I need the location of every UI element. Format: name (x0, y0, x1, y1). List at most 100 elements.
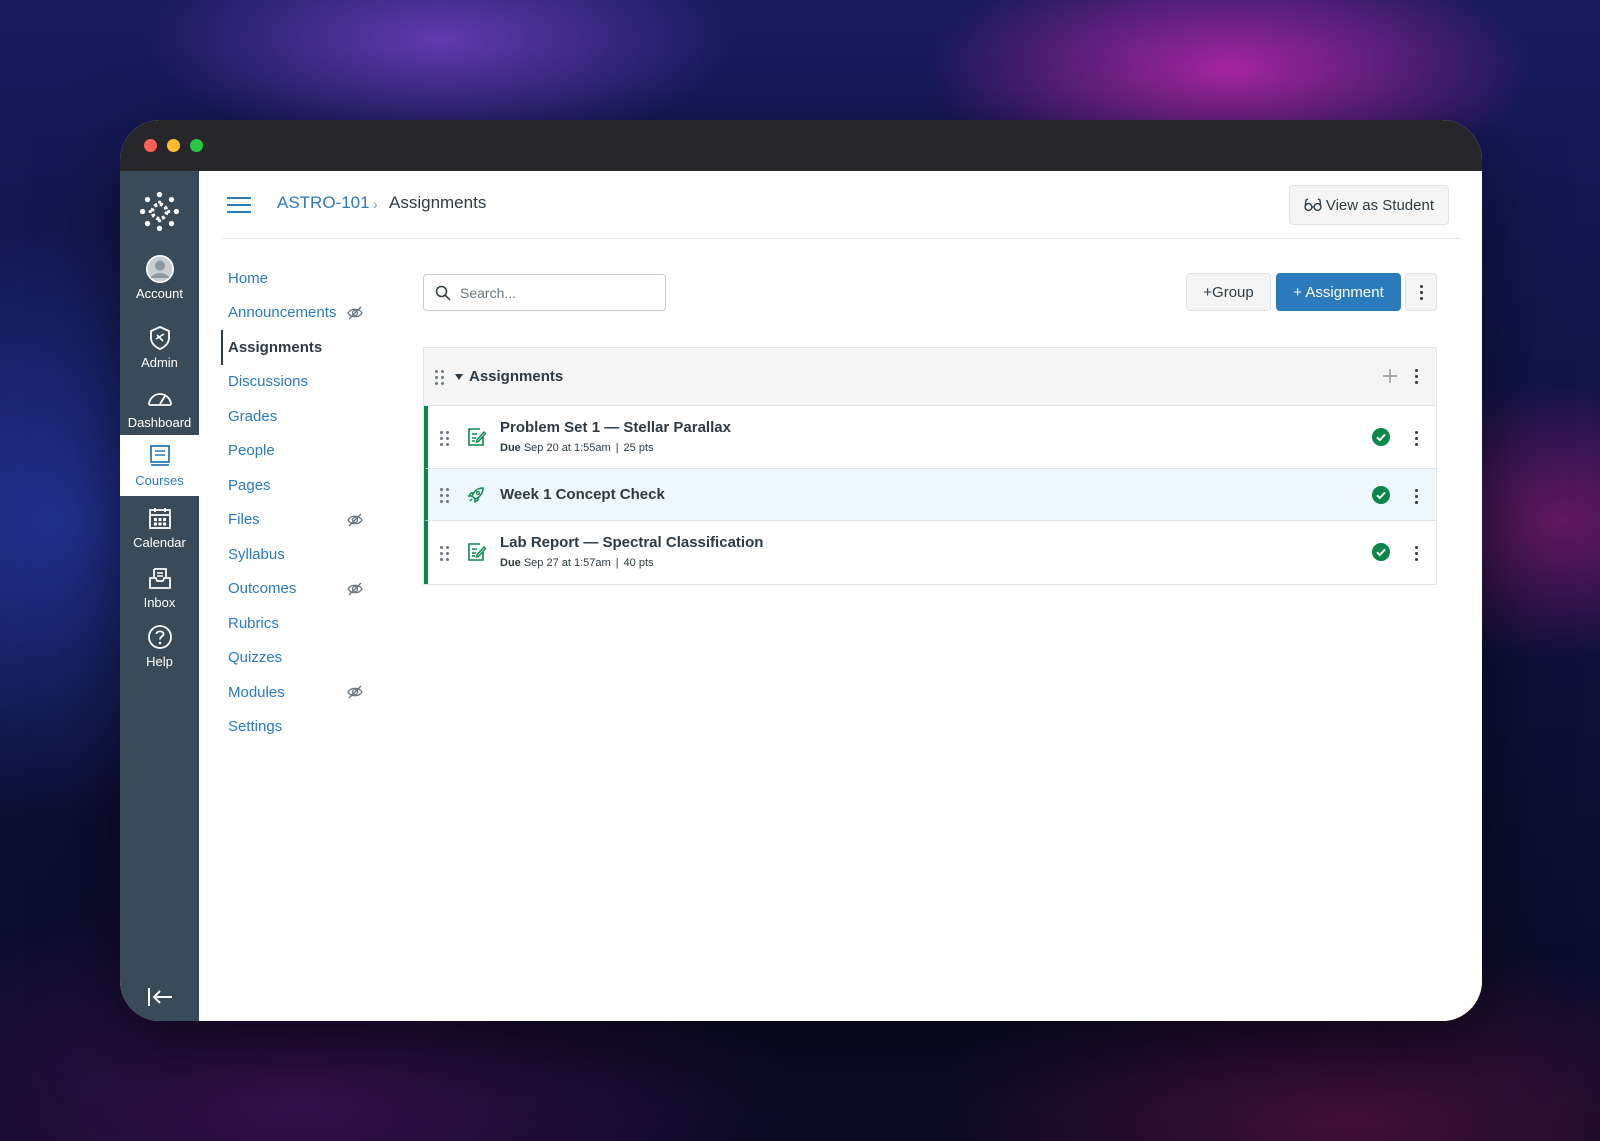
global-nav-account[interactable]: Account (120, 255, 199, 313)
breadcrumb-course-link[interactable]: ASTRO-101 (277, 193, 370, 213)
assignment-row[interactable]: Problem Set 1 — Stellar Parallax Due Sep… (424, 406, 1436, 469)
quiz-rocket-icon (467, 487, 484, 504)
global-nav-label: Inbox (143, 595, 176, 610)
breadcrumb-separator: › (373, 196, 378, 212)
course-nav-announcements[interactable]: Announcements (221, 296, 371, 331)
assignment-title-link[interactable]: Problem Set 1 — Stellar Parallax (500, 419, 731, 436)
canvas-logo-icon[interactable] (139, 191, 180, 232)
global-nav-label: Calendar (133, 535, 186, 550)
course-nav-modules[interactable]: Modules (221, 675, 371, 710)
course-nav-label: Outcomes (228, 580, 297, 598)
assignment-group-header[interactable]: Assignments (424, 348, 1436, 406)
course-nav-label: Grades (228, 407, 278, 425)
view-as-student-button[interactable]: View as Student (1288, 185, 1449, 225)
global-nav-admin[interactable]: Admin (120, 324, 199, 382)
course-nav-label: Quizzes (228, 649, 283, 667)
course-nav-grades[interactable]: Grades (221, 399, 371, 434)
global-nav-label: Courses (135, 473, 184, 488)
assignment-icon (468, 428, 486, 446)
search-input[interactable] (460, 284, 640, 301)
assignment-title-link[interactable]: Week 1 Concept Check (500, 486, 665, 503)
drag-handle-icon[interactable] (435, 370, 444, 385)
glasses-icon (1304, 198, 1322, 212)
group-options-kebab-icon[interactable] (1415, 369, 1418, 384)
course-nav-discussions[interactable]: Discussions (221, 365, 371, 400)
global-nav-inbox[interactable]: Inbox (120, 564, 199, 622)
course-nav-pages[interactable]: Pages (221, 468, 371, 503)
view-as-student-label: View as Student (1325, 196, 1434, 214)
published-check-icon[interactable] (1372, 428, 1390, 446)
published-check-icon[interactable] (1372, 543, 1390, 561)
course-nav-rubrics[interactable]: Rubrics (221, 606, 371, 641)
course-nav-label: Settings (228, 718, 283, 736)
course-menu-toggle-icon[interactable] (227, 197, 251, 215)
course-nav-label: Announcements (228, 304, 337, 322)
search-icon (435, 285, 451, 301)
global-nav-dashboard[interactable]: Dashboard (120, 384, 199, 442)
close-window-button[interactable] (144, 139, 157, 152)
course-navigation: Home Announcements Assignments Discussio… (221, 261, 371, 744)
due-date: Sep 20 at 1:55am (523, 442, 611, 454)
help-icon (146, 623, 174, 651)
assignment-title-link[interactable]: Lab Report — Spectral Classification (500, 534, 763, 551)
add-group-button[interactable]: +Group (1186, 273, 1271, 311)
eye-slash-icon (347, 582, 363, 595)
course-nav-quizzes[interactable]: Quizzes (221, 641, 371, 676)
add-assignment-button[interactable]: + Assignment (1276, 273, 1401, 311)
course-nav-settings[interactable]: Settings (221, 710, 371, 745)
global-nav-help[interactable]: Help (120, 623, 199, 681)
course-nav-label: Syllabus (228, 545, 285, 563)
course-nav-label: Modules (228, 683, 285, 701)
assignment-options-kebab-icon[interactable] (1415, 489, 1418, 504)
maximize-window-button[interactable] (190, 139, 203, 152)
published-check-icon[interactable] (1372, 486, 1390, 504)
collapse-caret-icon[interactable] (455, 374, 463, 380)
course-nav-files[interactable]: Files (221, 503, 371, 538)
eye-slash-icon (347, 306, 363, 319)
dashboard-gauge-icon (146, 384, 174, 412)
minimize-window-button[interactable] (167, 139, 180, 152)
content-area: ASTRO-101 › Assignments View as Student … (199, 171, 1482, 1021)
assignment-group-title: Assignments (469, 368, 564, 385)
global-nav-label: Account (136, 286, 183, 301)
course-nav-label: Discussions (228, 373, 309, 391)
page-options-button[interactable] (1405, 273, 1437, 311)
global-nav-label: Dashboard (127, 415, 192, 430)
points: 25 pts (623, 442, 654, 454)
drag-handle-icon[interactable] (440, 488, 449, 503)
course-nav-assignments[interactable]: Assignments (221, 330, 371, 365)
admin-shield-icon (146, 324, 174, 352)
assignment-meta: Due Sep 20 at 1:55am | 25 pts (500, 442, 654, 454)
drag-handle-icon[interactable] (440, 546, 449, 561)
points: 40 pts (623, 557, 654, 569)
course-nav-label: Assignments (228, 338, 323, 356)
assignment-icon (468, 543, 486, 561)
browser-window: Account Admin Dashboard Courses Calendar (120, 120, 1482, 1021)
global-nav-label: Help (146, 654, 173, 669)
assignment-row[interactable]: Week 1 Concept Check (424, 469, 1436, 521)
eye-slash-icon (347, 685, 363, 699)
course-nav-label: Home (228, 269, 269, 287)
course-nav-label: Files (228, 511, 260, 529)
collapse-nav-icon[interactable] (146, 985, 174, 1009)
assignment-meta: Due Sep 27 at 1:57am | 40 pts (500, 557, 654, 569)
course-nav-home[interactable]: Home (221, 261, 371, 296)
courses-book-icon (146, 442, 174, 470)
calendar-icon (146, 504, 174, 532)
global-nav-calendar[interactable]: Calendar (120, 504, 199, 562)
inbox-icon (146, 564, 174, 592)
course-nav-syllabus[interactable]: Syllabus (221, 537, 371, 572)
eye-slash-icon (347, 513, 363, 526)
course-nav-outcomes[interactable]: Outcomes (221, 572, 371, 607)
window-titlebar (120, 120, 1482, 171)
assignment-options-kebab-icon[interactable] (1415, 546, 1418, 561)
assignment-options-kebab-icon[interactable] (1415, 431, 1418, 446)
drag-handle-icon[interactable] (440, 431, 449, 446)
assignment-row[interactable]: Lab Report — Spectral Classification Due… (424, 521, 1436, 584)
add-to-group-icon[interactable] (1382, 368, 1398, 384)
course-nav-label: Rubrics (228, 614, 279, 632)
course-nav-people[interactable]: People (221, 434, 371, 469)
course-nav-label: Pages (228, 476, 271, 494)
global-nav-courses[interactable]: Courses (120, 435, 199, 496)
search-box[interactable] (423, 274, 666, 311)
